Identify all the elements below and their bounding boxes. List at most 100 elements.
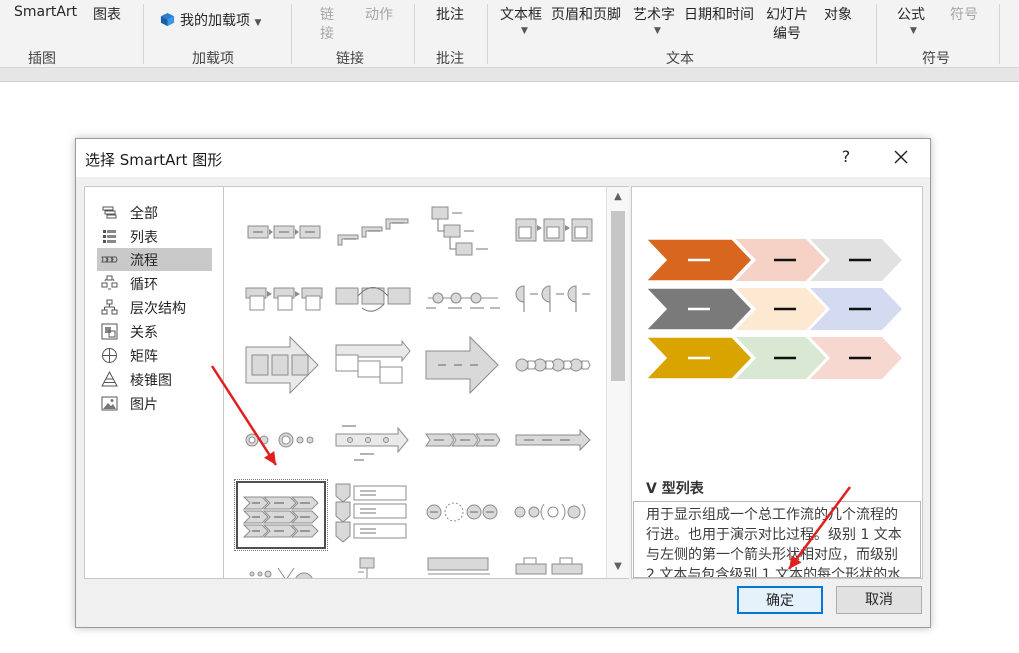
category-item-relationship[interactable]: 关系 [97,320,212,343]
group-label-addins: 加载项 [192,51,234,67]
ok-button[interactable]: 确定 [737,586,823,614]
addins-cube-icon [160,12,175,27]
layout-thumbnail [245,335,319,395]
all-icon [102,206,117,219]
layout-thumbnail [514,503,586,521]
layout-thumbnail [358,557,375,578]
layout-thumbnail [515,428,591,452]
layout-v-list-selected[interactable] [234,479,328,551]
ribbon-separator [143,4,144,64]
datetime-button[interactable]: 日期和时间 [684,4,754,24]
link-button-top[interactable]: 链 [320,4,334,24]
layout-dots-partial[interactable] [238,552,328,578]
scroll-up-arrow-icon[interactable]: ▲ [611,191,625,205]
hierarchy-icon [101,299,118,315]
textbox-button[interactable]: 文本框 [500,4,542,24]
category-label: 列表 [130,229,158,246]
layout-bending-circle[interactable] [418,480,508,548]
layout-accent-process[interactable] [238,264,328,332]
close-button[interactable] [889,145,913,169]
layout-pie-process[interactable] [508,264,598,332]
category-item-list[interactable]: 列表 [97,225,212,248]
layout-staggered-process[interactable] [328,331,418,399]
layout-continuous-arrow[interactable] [508,408,598,476]
header-footer-button[interactable]: 页眉和页脚 [551,4,621,24]
layout-thumbnail [431,206,488,256]
smartart-dialog: 选择 SmartArt 图形 ? 全部 列表 流程 循环 层次结构 关系 矩阵 … [75,138,931,628]
chart-button[interactable]: 图表 [93,4,121,24]
layout-gear-circles[interactable] [508,480,598,548]
smartart-button[interactable]: SmartArt [14,4,77,20]
cancel-button[interactable]: 取消 [836,586,922,614]
layout-chevron-process[interactable] [418,408,508,476]
dialog-titlebar: 选择 SmartArt 图形 ? [76,139,930,177]
symbol-button[interactable]: 符号 [950,4,978,24]
layout-vertical-equation[interactable] [418,197,508,265]
category-item-process[interactable]: 流程 [97,248,212,271]
chevron-down-icon[interactable]: ▼ [910,26,917,36]
wordart-button[interactable]: 艺术字 [633,4,675,24]
layout-basic-process[interactable] [238,197,328,265]
category-item-all[interactable]: 全部 [97,201,212,224]
layout-basic-timeline[interactable] [418,264,508,332]
chevron-down-icon: ▼ [254,18,262,28]
ribbon-separator [414,4,415,64]
layout-circle-accent-timeline[interactable] [238,408,328,476]
category-item-cycle[interactable]: 循环 [97,272,212,295]
comment-button[interactable]: 批注 [436,4,464,24]
layout-circle-arrow-process[interactable] [508,331,598,399]
layout-repeating-bending[interactable] [328,264,418,332]
layout-detailed-process[interactable] [508,197,598,265]
layout-thumbnail [425,335,499,395]
relationship-icon [101,323,118,340]
list-icon [103,230,116,243]
slide-number-button-top[interactable]: 幻灯片 [766,4,808,24]
close-icon [894,150,908,164]
category-item-picture[interactable]: 图片 [97,392,212,415]
layout-step-up-process[interactable] [328,197,418,265]
layout-descending-partial[interactable] [328,552,418,578]
ribbon-separator [999,4,1000,64]
category-item-matrix[interactable]: 矩阵 [97,344,212,367]
matrix-icon [102,348,117,363]
link-button-bottom[interactable]: 接 [320,23,334,43]
layout-thumbnail [335,339,411,384]
category-label: 关系 [130,324,158,341]
layout-thumbnail [426,292,500,309]
action-button[interactable]: 动作 [365,4,393,24]
group-label-illustrations: 插图 [28,51,56,67]
dialog-title: 选择 SmartArt 图形 [85,151,223,169]
chevron-down-icon[interactable]: ▼ [654,26,661,36]
layout-upward-arrow-process[interactable] [418,331,508,399]
category-label: 流程 [130,252,158,269]
scroll-down-arrow-icon[interactable]: ▼ [611,561,625,575]
category-label: 矩阵 [130,348,158,365]
my-addins-label: 我的加载项 [180,13,250,29]
gallery-scrollbar[interactable]: ▲ ▼ [606,186,629,579]
layout-thumbnail [245,287,323,311]
layout-vertical-chevron-list[interactable] [328,480,418,548]
my-addins-button[interactable]: 我的加载项 ▼ [160,10,261,30]
preview-panel: V 型列表 用于显示组成一个总工作流的几个流程的行进。也用于演示对比过程。级别 … [631,186,923,579]
category-list: 全部 列表 流程 循环 层次结构 关系 矩阵 棱锥图 图片 [84,186,224,579]
chevron-down-icon[interactable]: ▼ [521,26,528,36]
help-button[interactable]: ? [836,147,856,166]
object-button[interactable]: 对象 [824,4,852,24]
textbox-label: 文本框 [500,7,542,23]
group-label-comments: 批注 [436,51,464,67]
cycle-icon [101,275,118,290]
ribbon-separator [876,4,877,64]
layout-process-arrows[interactable] [238,331,328,399]
category-item-pyramid[interactable]: 棱锥图 [97,368,212,391]
pyramid-icon [101,371,118,387]
layout-description: 用于显示组成一个总工作流的几个流程的行进。也用于演示对比过程。级别 1 文本与左… [633,501,921,578]
layout-name: V 型列表 [646,481,704,497]
slide-number-button-bottom[interactable]: 编号 [773,23,801,43]
layout-tabs-partial[interactable] [508,552,598,578]
layout-timeline-partial[interactable] [418,552,508,578]
layout-thumbnail [249,567,313,578]
layout-arrow-timeline[interactable] [328,408,418,476]
equation-button[interactable]: 公式 [897,4,925,24]
scrollbar-thumb[interactable] [611,211,625,381]
category-item-hierarchy[interactable]: 层次结构 [97,296,212,319]
